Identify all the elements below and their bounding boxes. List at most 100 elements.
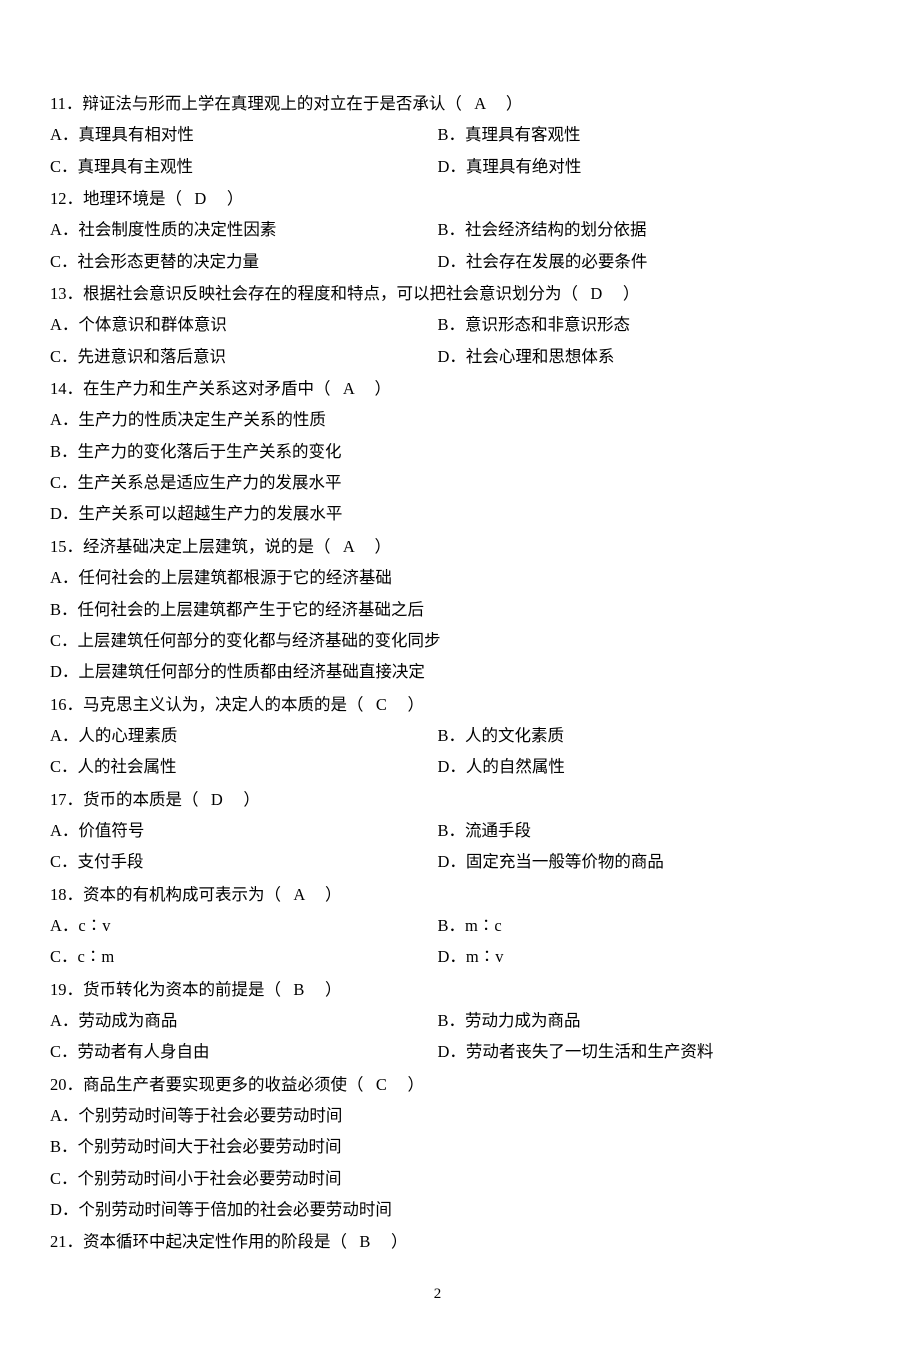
question-text: 货币的本质是（ <box>83 790 199 809</box>
option-item: D．固定充当一般等价物的商品 <box>438 846 826 877</box>
option-text: m∶c <box>465 916 502 935</box>
option-item: B．社会经济结构的划分依据 <box>438 214 826 245</box>
option-label: D． <box>438 252 466 271</box>
options-container: A．价值符号B．流通手段C．支付手段D．固定充当一般等价物的商品 <box>50 815 825 878</box>
question-block: 18．资本的有机构成可表示为（ A ）A．c∶vB．m∶cC．c∶mD．m∶v <box>50 879 825 973</box>
option-text: 劳动成为商品 <box>78 1011 177 1030</box>
option-item: B．真理具有客观性 <box>438 119 826 150</box>
option-label: D． <box>438 157 466 176</box>
question-block: 20．商品生产者要实现更多的收益必须使（ C ）A．个别劳动时间等于社会必要劳动… <box>50 1069 825 1226</box>
option-label: A． <box>50 1106 78 1125</box>
option-item: B．流通手段 <box>438 815 826 846</box>
option-item: A．价值符号 <box>50 815 438 846</box>
option-text: 任何社会的上层建筑都产生于它的经济基础之后 <box>78 600 425 619</box>
option-text: 固定充当一般等价物的商品 <box>466 852 664 871</box>
options-container: A．真理具有相对性B．真理具有客观性C．真理具有主观性D．真理具有绝对性 <box>50 119 825 182</box>
option-item: D．人的自然属性 <box>438 751 826 782</box>
option-text: 社会形态更替的决定力量 <box>78 252 260 271</box>
option-label: C． <box>50 1169 78 1188</box>
option-text: c∶v <box>78 916 110 935</box>
exam-content: 11．辩证法与形而上学在真理观上的对立在于是否承认（ A ）A．真理具有相对性B… <box>50 88 825 1258</box>
option-label: B． <box>50 442 78 461</box>
question-text: 辩证法与形而上学在真理观上的对立在于是否承认（ <box>82 94 462 113</box>
option-label: C． <box>50 1042 78 1061</box>
question-stem: 15．经济基础决定上层建筑，说的是（ A ） <box>50 531 825 562</box>
option-text: 社会制度性质的决定性因素 <box>78 220 276 239</box>
options-container: A．c∶vB．m∶cC．c∶mD．m∶v <box>50 910 825 973</box>
answer-blank: D <box>194 189 206 208</box>
option-label: A． <box>50 568 78 587</box>
question-text: 地理环境是（ <box>83 189 182 208</box>
option-text: m∶v <box>466 947 504 966</box>
question-stem: 17．货币的本质是（ D ） <box>50 784 825 815</box>
question-text: 货币转化为资本的前提是（ <box>83 980 281 999</box>
option-item: B．生产力的变化落后于生产关系的变化 <box>50 436 825 467</box>
option-label: A． <box>50 821 78 840</box>
option-label: C． <box>50 757 78 776</box>
question-block: 13．根据社会意识反映社会存在的程度和特点，可以把社会意识划分为（ D ）A．个… <box>50 278 825 372</box>
option-text: 劳动者有人身自由 <box>78 1042 210 1061</box>
options-container: A．生产力的性质决定生产关系的性质B．生产力的变化落后于生产关系的变化C．生产关… <box>50 404 825 529</box>
question-text-end: ） <box>623 284 640 303</box>
options-container: A．劳动成为商品B．劳动力成为商品C．劳动者有人身自由D．劳动者丧失了一切生活和… <box>50 1005 825 1068</box>
option-item: A．劳动成为商品 <box>50 1005 438 1036</box>
option-item: C．社会形态更替的决定力量 <box>50 246 438 277</box>
option-item: C．c∶m <box>50 941 438 972</box>
page-number: 2 <box>50 1280 825 1309</box>
question-text-end: ） <box>375 379 392 398</box>
option-item: A．c∶v <box>50 910 438 941</box>
option-item: C．先进意识和落后意识 <box>50 341 438 372</box>
option-label: B． <box>438 916 466 935</box>
option-text: 劳动力成为商品 <box>465 1011 581 1030</box>
question-number: 11 <box>50 94 66 113</box>
option-text: 意识形态和非意识形态 <box>465 315 630 334</box>
option-text: 人的社会属性 <box>78 757 177 776</box>
answer-blank: B <box>293 980 304 999</box>
option-item: D．生产关系可以超越生产力的发展水平 <box>50 498 825 529</box>
option-item: D．社会存在发展的必要条件 <box>438 246 826 277</box>
question-text-end: ） <box>325 885 342 904</box>
option-item: B．意识形态和非意识形态 <box>438 309 826 340</box>
option-label: D． <box>438 852 466 871</box>
question-number: 21 <box>50 1232 67 1251</box>
option-label: A． <box>50 315 78 334</box>
question-block: 12．地理环境是（ D ）A．社会制度性质的决定性因素B．社会经济结构的划分依据… <box>50 183 825 277</box>
option-label: A． <box>50 916 78 935</box>
options-container: A．社会制度性质的决定性因素B．社会经济结构的划分依据C．社会形态更替的决定力量… <box>50 214 825 277</box>
option-text: 真理具有客观性 <box>465 125 581 144</box>
question-text: 资本循环中起决定性作用的阶段是（ <box>83 1232 347 1251</box>
option-text: 生产关系可以超越生产力的发展水平 <box>78 504 342 523</box>
option-item: A．个别劳动时间等于社会必要劳动时间 <box>50 1100 825 1131</box>
question-text: 商品生产者要实现更多的收益必须使（ <box>83 1075 364 1094</box>
option-label: A． <box>50 410 78 429</box>
option-text: 生产力的变化落后于生产关系的变化 <box>78 442 342 461</box>
option-item: C．劳动者有人身自由 <box>50 1036 438 1067</box>
option-label: B． <box>50 1137 78 1156</box>
option-text: 生产关系总是适应生产力的发展水平 <box>78 473 342 492</box>
option-item: A．人的心理素质 <box>50 720 438 751</box>
answer-blank: A <box>343 379 354 398</box>
option-item: B．劳动力成为商品 <box>438 1005 826 1036</box>
question-stem: 16．马克思主义认为，决定人的本质的是（ C ） <box>50 689 825 720</box>
option-item: D．上层建筑任何部分的性质都由经济基础直接决定 <box>50 656 825 687</box>
answer-blank: B <box>359 1232 370 1251</box>
option-text: 劳动者丧失了一切生活和生产资料 <box>466 1042 714 1061</box>
question-block: 19．货币转化为资本的前提是（ B ）A．劳动成为商品B．劳动力成为商品C．劳动… <box>50 974 825 1068</box>
answer-blank: D <box>590 284 602 303</box>
question-text-end: ） <box>375 537 392 556</box>
question-number: 15 <box>50 537 67 556</box>
option-text: 人的自然属性 <box>466 757 565 776</box>
option-text: 人的心理素质 <box>78 726 177 745</box>
option-item: D．劳动者丧失了一切生活和生产资料 <box>438 1036 826 1067</box>
option-item: C．支付手段 <box>50 846 438 877</box>
option-text: 个别劳动时间大于社会必要劳动时间 <box>78 1137 342 1156</box>
question-number: 14 <box>50 379 67 398</box>
option-label: A． <box>50 125 78 144</box>
option-text: c∶m <box>78 947 115 966</box>
question-text-end: ） <box>243 790 260 809</box>
option-label: C． <box>50 252 78 271</box>
options-container: A．人的心理素质B．人的文化素质C．人的社会属性D．人的自然属性 <box>50 720 825 783</box>
option-item: A．真理具有相对性 <box>50 119 438 150</box>
option-text: 个体意识和群体意识 <box>78 315 227 334</box>
option-label: A． <box>50 1011 78 1030</box>
